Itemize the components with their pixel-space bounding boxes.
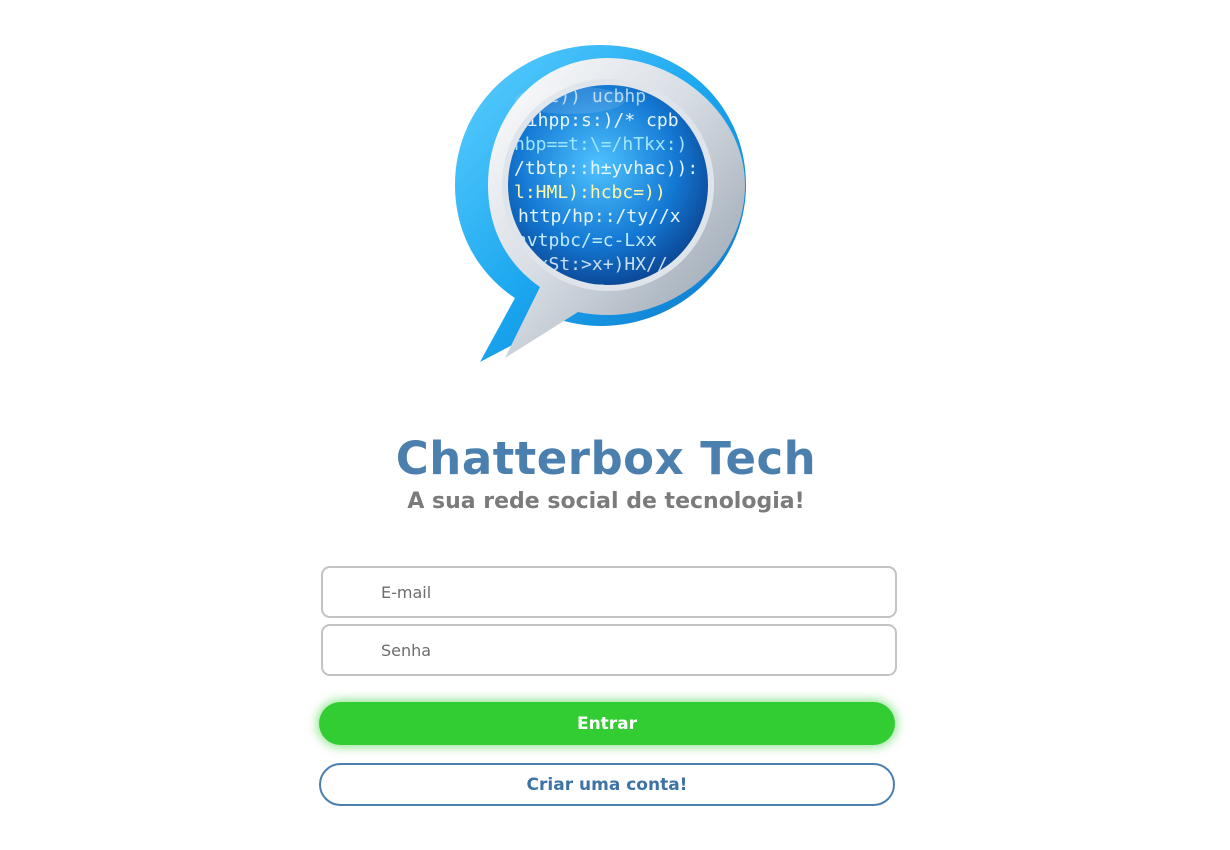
logo-code-line: /tbtp::h±yvhac)): — [514, 158, 698, 179]
app-title: Chatterbox Tech — [395, 432, 817, 485]
logo-code-line: http/hp::/ty//x — [518, 206, 681, 227]
logo-code-line: hbp==t:\=/hTkx:) — [514, 134, 687, 155]
chatterbox-logo-icon: lhhc)) ucbhp lihpp:s:)/* cpb hbp==t:\=/h… — [450, 40, 750, 370]
email-field[interactable] — [321, 566, 897, 618]
login-page: lhhc)) ucbhp lihpp:s:)/* cpb hbp==t:\=/h… — [0, 0, 1230, 850]
password-field[interactable] — [321, 624, 897, 676]
login-button[interactable]: Entrar — [319, 702, 895, 745]
logo-code-line: l:HML):hcbc=)) — [514, 182, 666, 203]
logo-code-line: lihpp:s:)/* cpb — [516, 110, 679, 131]
logo-code-line: hvtpbc/=c-Lxx — [516, 230, 657, 251]
create-account-button[interactable]: Criar uma conta! — [319, 763, 895, 806]
app-subtitle: A sua rede social de tecnologia! — [407, 489, 805, 514]
